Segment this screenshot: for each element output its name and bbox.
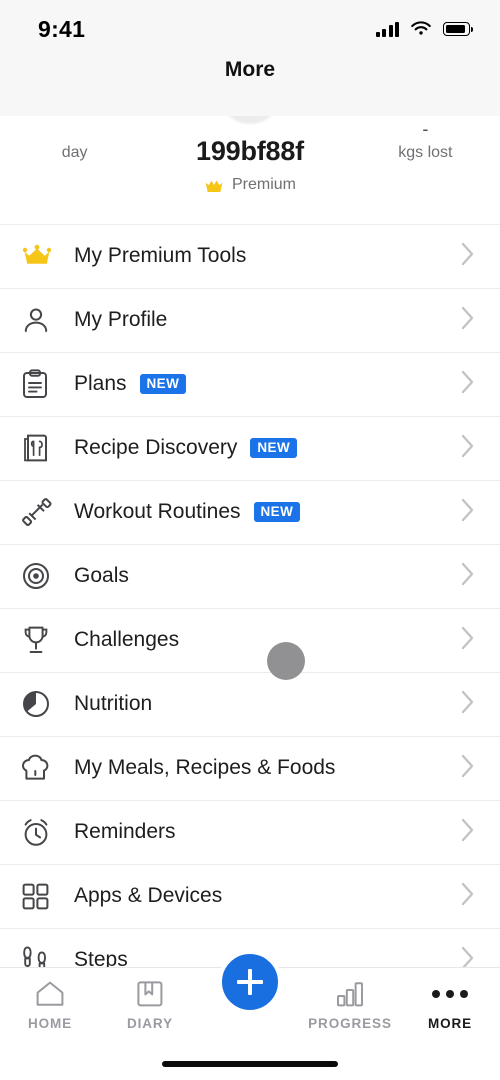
tab-diary-label: DIARY [126, 1016, 173, 1031]
plus-icon [237, 969, 263, 995]
stat-kgs-lost-label: kgs lost [398, 144, 453, 161]
menu-item-challenges[interactable]: Challenges [0, 608, 500, 672]
more-menu-list: My Premium Tools My Profile Plans NEW Re… [0, 224, 500, 992]
menu-item-label: My Premium Tools [74, 244, 247, 267]
cellular-signal-icon [375, 21, 399, 37]
chevron-right-icon [460, 817, 476, 848]
menu-item-my-premium-tools[interactable]: My Premium Tools [0, 224, 500, 288]
tab-home-label: HOME [27, 1016, 73, 1031]
book-icon [136, 979, 164, 1009]
stat-day-label: day [61, 144, 88, 161]
status-bar: 9:41 [0, 0, 500, 58]
premium-label: Premium [231, 176, 296, 193]
page-header: More [0, 58, 500, 116]
tab-progress-label: PROGRESS [308, 1016, 392, 1031]
touch-point [267, 642, 305, 680]
chevron-right-icon [460, 561, 476, 592]
new-badge: NEW [250, 438, 298, 458]
new-badge: NEW [253, 502, 301, 522]
chef-hat-icon [22, 752, 58, 784]
stat-day: day [0, 122, 149, 162]
menu-item-label: My Profile [74, 308, 168, 331]
menu-item-label: Nutrition [74, 692, 153, 715]
menu-item-nutrition[interactable]: Nutrition [0, 672, 500, 736]
home-indicator [162, 1061, 338, 1067]
page-title: More [224, 58, 276, 81]
ellipsis-icon [432, 979, 468, 1009]
chevron-right-icon [460, 689, 476, 720]
wifi-icon [411, 21, 431, 35]
menu-item-workout-routines[interactable]: Workout Routines NEW [0, 480, 500, 544]
recipe-card-icon [22, 432, 58, 464]
home-icon [35, 979, 65, 1009]
person-icon [22, 304, 58, 336]
stat-kgs-lost-value: - [422, 122, 429, 136]
app-screen: 9:41 More day 199bf88f Premium - kgs los… [0, 0, 500, 1080]
add-entry-fab[interactable] [218, 950, 282, 1014]
profile-stats: day 199bf88f Premium - kgs lost [0, 116, 500, 194]
target-icon [22, 560, 58, 592]
crown-icon [205, 180, 223, 192]
clipboard-icon [22, 368, 58, 400]
menu-item-label: Plans [74, 372, 127, 395]
tab-more-label: MORE [427, 1016, 473, 1031]
menu-item-label: Apps & Devices [74, 884, 223, 907]
trophy-icon [22, 624, 58, 656]
chevron-right-icon [460, 881, 476, 912]
menu-item-label: Challenges [74, 628, 180, 651]
alarm-clock-icon [22, 816, 58, 848]
profile-summary: day 199bf88f Premium - kgs lost [0, 116, 500, 224]
username: 199bf88f [196, 136, 304, 166]
chevron-right-icon [460, 241, 476, 272]
status-icons [375, 21, 474, 37]
chevron-right-icon [460, 433, 476, 464]
chevron-right-icon [460, 497, 476, 528]
menu-item-my-profile[interactable]: My Profile [0, 288, 500, 352]
menu-item-reminders[interactable]: Reminders [0, 800, 500, 864]
pie-chart-icon [22, 688, 58, 720]
bar-chart-icon [335, 979, 365, 1009]
tab-progress[interactable]: PROGRESS [300, 979, 400, 1031]
menu-item-label: My Meals, Recipes & Foods [74, 756, 336, 779]
menu-item-label: Reminders [74, 820, 176, 843]
grid-squares-icon [22, 880, 58, 912]
premium-badge: Premium [149, 176, 351, 194]
tab-home[interactable]: HOME [0, 979, 100, 1031]
crown-icon [22, 240, 58, 272]
profile-identity: 199bf88f Premium [149, 122, 351, 194]
chevron-right-icon [460, 625, 476, 656]
chevron-right-icon [460, 753, 476, 784]
stat-kgs-lost: - kgs lost [351, 122, 500, 162]
battery-icon [443, 22, 474, 36]
menu-item-recipe-discovery[interactable]: Recipe Discovery NEW [0, 416, 500, 480]
menu-item-label: Recipe Discovery [74, 436, 238, 459]
menu-item-goals[interactable]: Goals [0, 544, 500, 608]
menu-item-label: Goals [74, 564, 129, 587]
tab-diary[interactable]: DIARY [100, 979, 200, 1031]
new-badge: NEW [139, 374, 187, 394]
menu-item-plans[interactable]: Plans NEW [0, 352, 500, 416]
stat-day-value [0, 122, 149, 136]
tab-more[interactable]: MORE [400, 979, 500, 1031]
chevron-right-icon [460, 305, 476, 336]
menu-item-my-meals-recipes-foods[interactable]: My Meals, Recipes & Foods [0, 736, 500, 800]
chevron-right-icon [460, 369, 476, 400]
bottom-tab-bar: HOME DIARY PROGRESS MORE [0, 950, 500, 1080]
menu-item-label: Workout Routines [74, 500, 241, 523]
menu-item-apps-and-devices[interactable]: Apps & Devices [0, 864, 500, 928]
dumbbell-icon [22, 496, 58, 528]
status-time: 9:41 [38, 15, 86, 42]
